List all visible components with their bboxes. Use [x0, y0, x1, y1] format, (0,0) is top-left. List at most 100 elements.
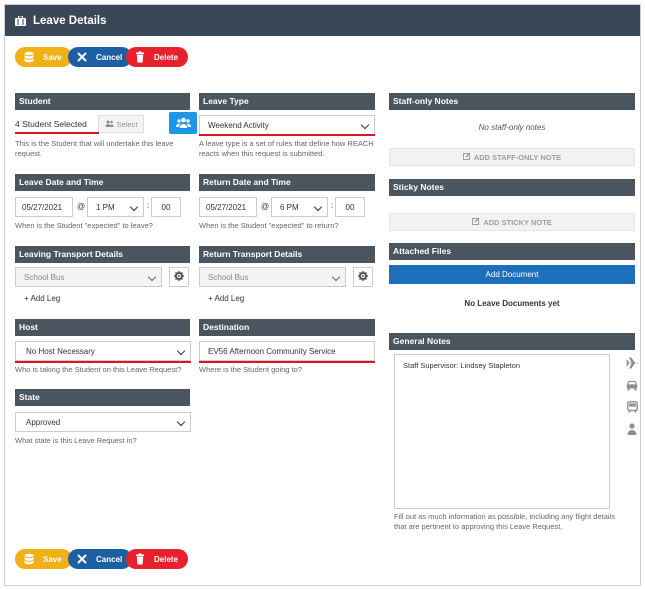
staff-notes-header: Staff-only Notes: [389, 93, 635, 110]
save-button[interactable]: Save: [15, 47, 72, 67]
cancel-label: Cancel: [96, 52, 123, 62]
add-document-button[interactable]: Add Document: [389, 265, 635, 284]
leave-minute-input[interactable]: 00: [151, 197, 181, 217]
return-hour-select[interactable]: 6 PM: [271, 197, 328, 217]
leave-hour-value: 1 PM: [96, 202, 115, 212]
chevron-down-icon: [313, 202, 323, 212]
no-documents-text: No Leave Documents yet: [464, 299, 560, 308]
return-minute-value: 00: [345, 202, 355, 212]
attached-files-header: Attached Files: [389, 243, 635, 260]
annotation-underline: [15, 132, 99, 134]
student-header: Student: [15, 93, 190, 110]
state-value: Approved: [26, 417, 61, 427]
save-label: Save: [43, 52, 62, 62]
return-hour-value: 6 PM: [280, 202, 299, 212]
host-select[interactable]: No Host Necessary: [15, 341, 191, 361]
sticky-notes-header: Sticky Notes: [389, 179, 635, 196]
title-bar: Leave Details: [5, 5, 640, 36]
annotation-underline: [199, 361, 375, 363]
users-icon: [175, 117, 191, 130]
close-icon: [76, 51, 88, 63]
return-transport-select[interactable]: School Bus: [199, 267, 346, 287]
cancel-button-bottom[interactable]: Cancel: [68, 549, 133, 569]
leaving-add-leg-link[interactable]: + Add Leg: [24, 294, 60, 303]
window-title: Leave Details: [33, 14, 107, 27]
destination-hint: Where is the Student going to?: [199, 365, 302, 374]
leaving-transport-value: School Bus: [24, 272, 65, 282]
chevron-down-icon: [176, 346, 186, 356]
plane-icon[interactable]: [620, 352, 644, 374]
general-notes-hint: Fill out as much information as possible…: [394, 512, 615, 531]
leave-minute-value: 00: [161, 202, 171, 212]
car-icon[interactable]: [620, 374, 644, 396]
student-selected-text: 4 Student Selected: [15, 119, 87, 129]
users-icon: [105, 120, 114, 129]
chevron-down-icon: [331, 272, 341, 282]
leaving-transport-header: Leaving Transport Details: [15, 246, 190, 263]
briefcase-icon: [15, 15, 26, 26]
general-notes-header: General Notes: [389, 333, 635, 350]
bus-icon[interactable]: [620, 396, 644, 418]
gear-icon: [174, 271, 184, 283]
return-add-leg-link[interactable]: + Add Leg: [208, 294, 244, 303]
leave-hour-select[interactable]: 1 PM: [87, 197, 144, 217]
leaving-transport-select[interactable]: School Bus: [15, 267, 162, 287]
leave-type-header: Leave Type: [199, 93, 375, 110]
leave-datetime-hint: When is the Student "expected" to leave?: [15, 221, 153, 230]
chevron-down-icon: [360, 120, 370, 130]
state-select[interactable]: Approved: [15, 412, 191, 432]
leaving-transport-settings-button[interactable]: [169, 267, 189, 287]
add-staff-note-label: ADD STAFF-ONLY NOTE: [473, 152, 562, 162]
at-symbol: @: [261, 202, 270, 211]
colon-separator: :: [147, 201, 150, 210]
delete-button-bottom[interactable]: Delete: [126, 549, 189, 569]
state-hint: What state is this Leave Request in?: [15, 436, 137, 445]
add-sticky-note-label: ADD STICKY NOTE: [483, 217, 552, 227]
leave-datetime-header: Leave Date and Time: [15, 174, 190, 191]
cancel-button[interactable]: Cancel: [68, 47, 133, 67]
edit-icon: [462, 152, 471, 162]
edit-icon: [472, 217, 480, 227]
colon-separator: :: [331, 201, 334, 210]
chevron-down-icon: [176, 417, 186, 427]
trash-icon: [134, 553, 146, 565]
staff-notes-empty: No staff-only notes: [478, 123, 546, 132]
chevron-down-icon: [147, 272, 157, 282]
at-symbol: @: [77, 202, 86, 211]
add-staff-note-button[interactable]: ADD STAFF-ONLY NOTE: [389, 148, 635, 166]
return-datetime-header: Return Date and Time: [199, 174, 375, 191]
leave-type-hint: A leave type is a set of rules that defi…: [199, 139, 374, 158]
trash-icon: [134, 51, 146, 63]
return-transport-settings-button[interactable]: [353, 267, 373, 287]
return-transport-header: Return Transport Details: [199, 246, 375, 263]
select-label: Select: [116, 119, 138, 129]
save-button-bottom[interactable]: Save: [15, 549, 72, 569]
state-header: State: [15, 389, 190, 406]
close-icon: [76, 553, 88, 565]
leave-type-select[interactable]: Weekend Activity: [199, 115, 375, 135]
student-group-button[interactable]: [169, 112, 197, 134]
save-label: Save: [43, 554, 62, 564]
destination-value: EV56 Afternoon Community Service: [208, 346, 336, 356]
destination-input[interactable]: EV56 Afternoon Community Service: [199, 341, 375, 361]
return-minute-input[interactable]: 00: [335, 197, 365, 217]
leave-details-window: Leave Details Save Cancel Delete Student…: [4, 4, 641, 586]
return-date-input[interactable]: 05/27/2021: [199, 197, 257, 217]
database-icon: [23, 51, 35, 63]
return-transport-value: School Bus: [208, 272, 249, 282]
leave-date-input[interactable]: 05/27/2021: [15, 197, 73, 217]
add-sticky-note-button[interactable]: ADD STICKY NOTE: [389, 213, 635, 231]
delete-label: Delete: [154, 52, 179, 62]
return-date-value: 05/27/2021: [206, 202, 247, 212]
delete-button[interactable]: Delete: [126, 47, 189, 67]
student-hint: This is the Student that will undertake …: [15, 139, 174, 158]
general-notes-textarea[interactable]: Staff Supervisor: Lindsey Stapleton: [394, 354, 610, 509]
return-datetime-hint: When is the Student "expected" to return…: [199, 221, 339, 230]
host-header: Host: [15, 319, 190, 336]
annotation-underline: [199, 134, 375, 136]
side-icon-strip: [620, 352, 644, 440]
person-icon[interactable]: [620, 418, 644, 440]
select-student-button[interactable]: Select: [98, 115, 144, 133]
leave-type-value: Weekend Activity: [208, 120, 269, 130]
gear-icon: [358, 271, 368, 283]
